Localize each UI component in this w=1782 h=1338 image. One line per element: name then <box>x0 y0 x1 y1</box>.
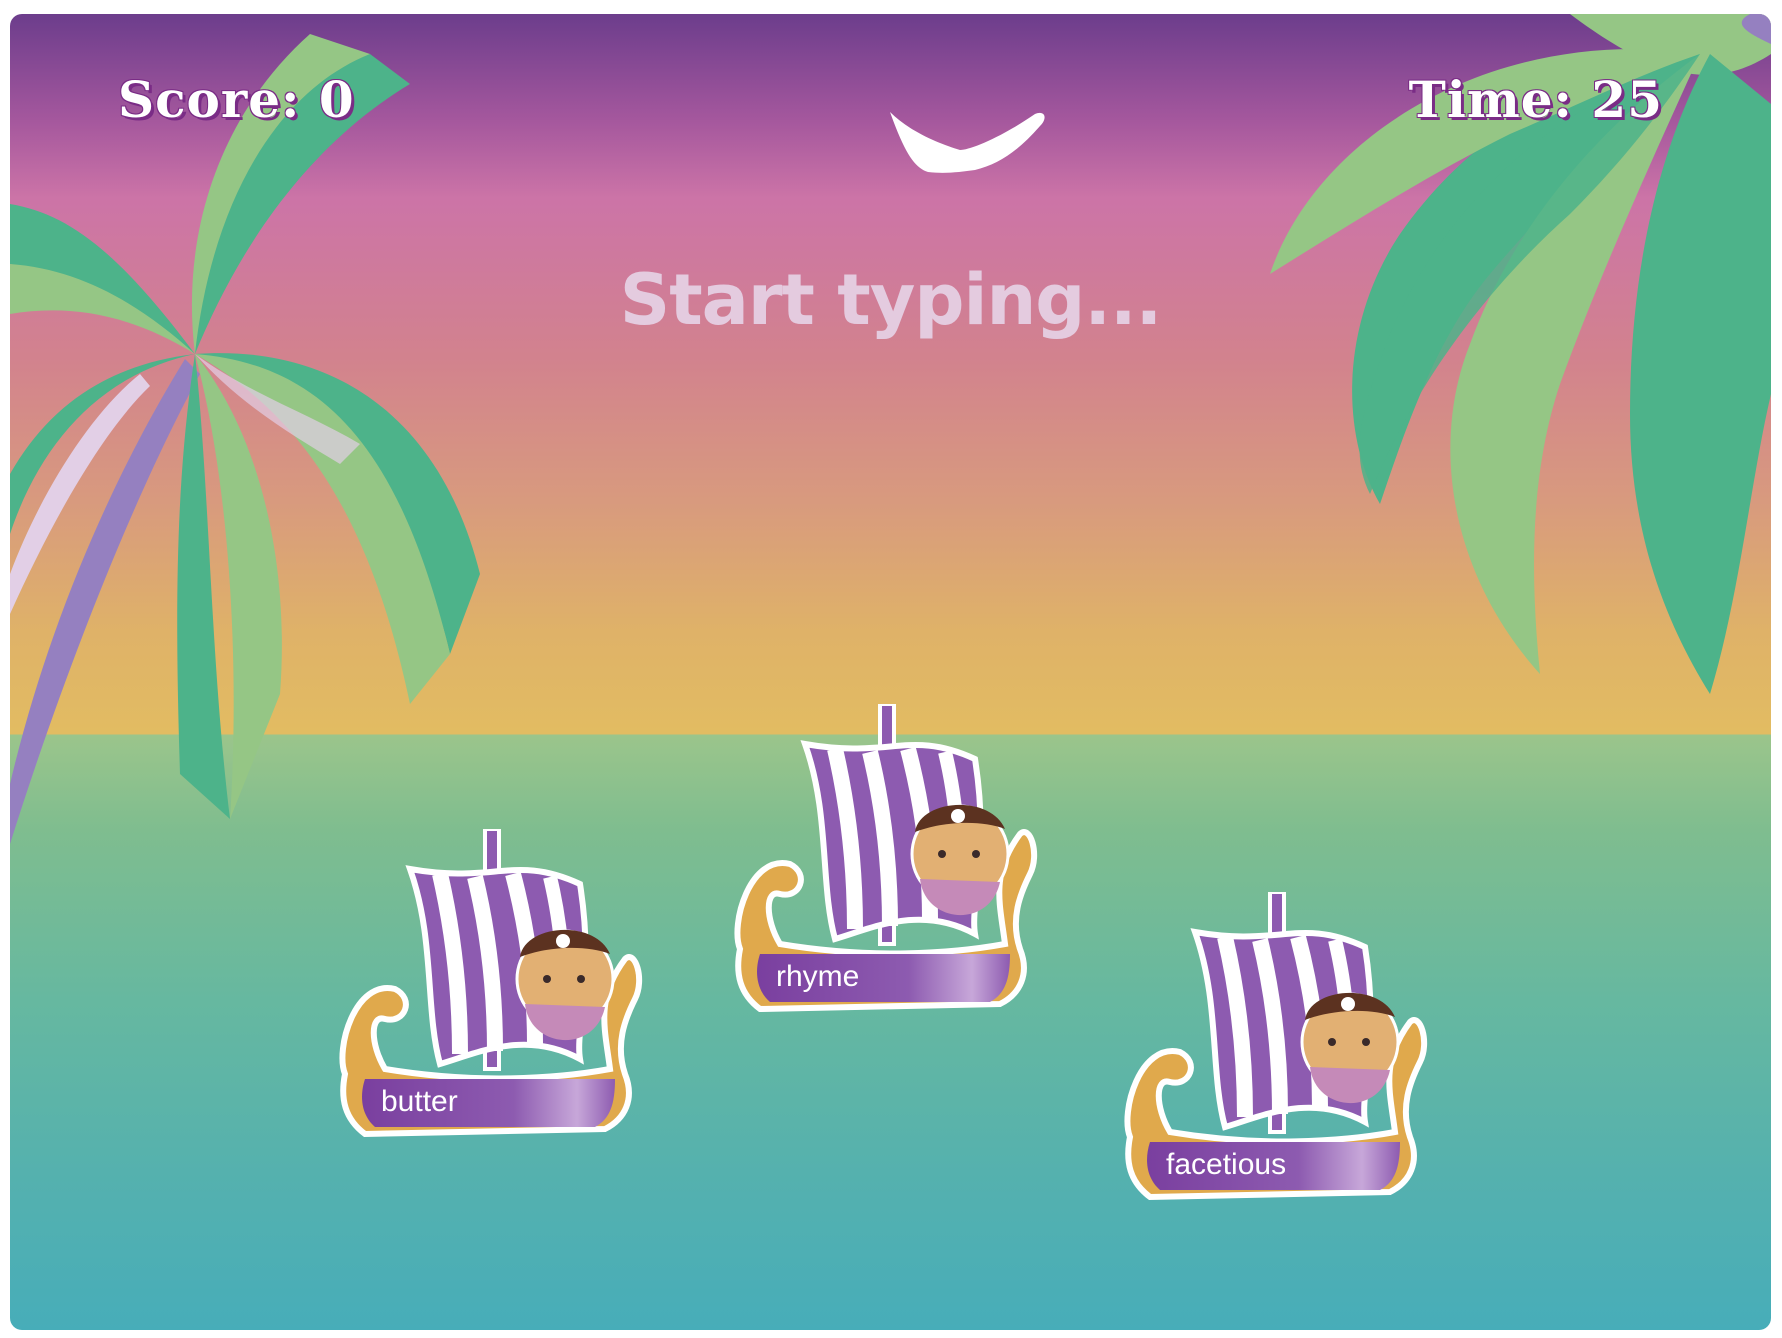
background-scene <box>10 14 1771 844</box>
left-palm-tree-icon <box>10 34 480 844</box>
score-label: Score: 0 <box>118 70 355 129</box>
pirate-ship-butter[interactable]: butter <box>325 829 695 1169</box>
start-typing-prompt: Start typing... <box>619 259 1162 341</box>
pirate-ship-rhyme[interactable]: rhyme <box>720 704 1090 1044</box>
ship-word-label: facetious <box>1166 1148 1287 1181</box>
timer-label: Time: 25 <box>1408 70 1663 129</box>
pirate-ship-facetious[interactable]: facetious <box>1110 892 1480 1232</box>
ship-word-label: rhyme <box>776 960 860 993</box>
ship-word-label: butter <box>381 1085 458 1118</box>
game-canvas[interactable]: Score: 0 Time: 25 Start typing... butter… <box>10 14 1771 1330</box>
seagull-icon <box>890 112 1045 173</box>
